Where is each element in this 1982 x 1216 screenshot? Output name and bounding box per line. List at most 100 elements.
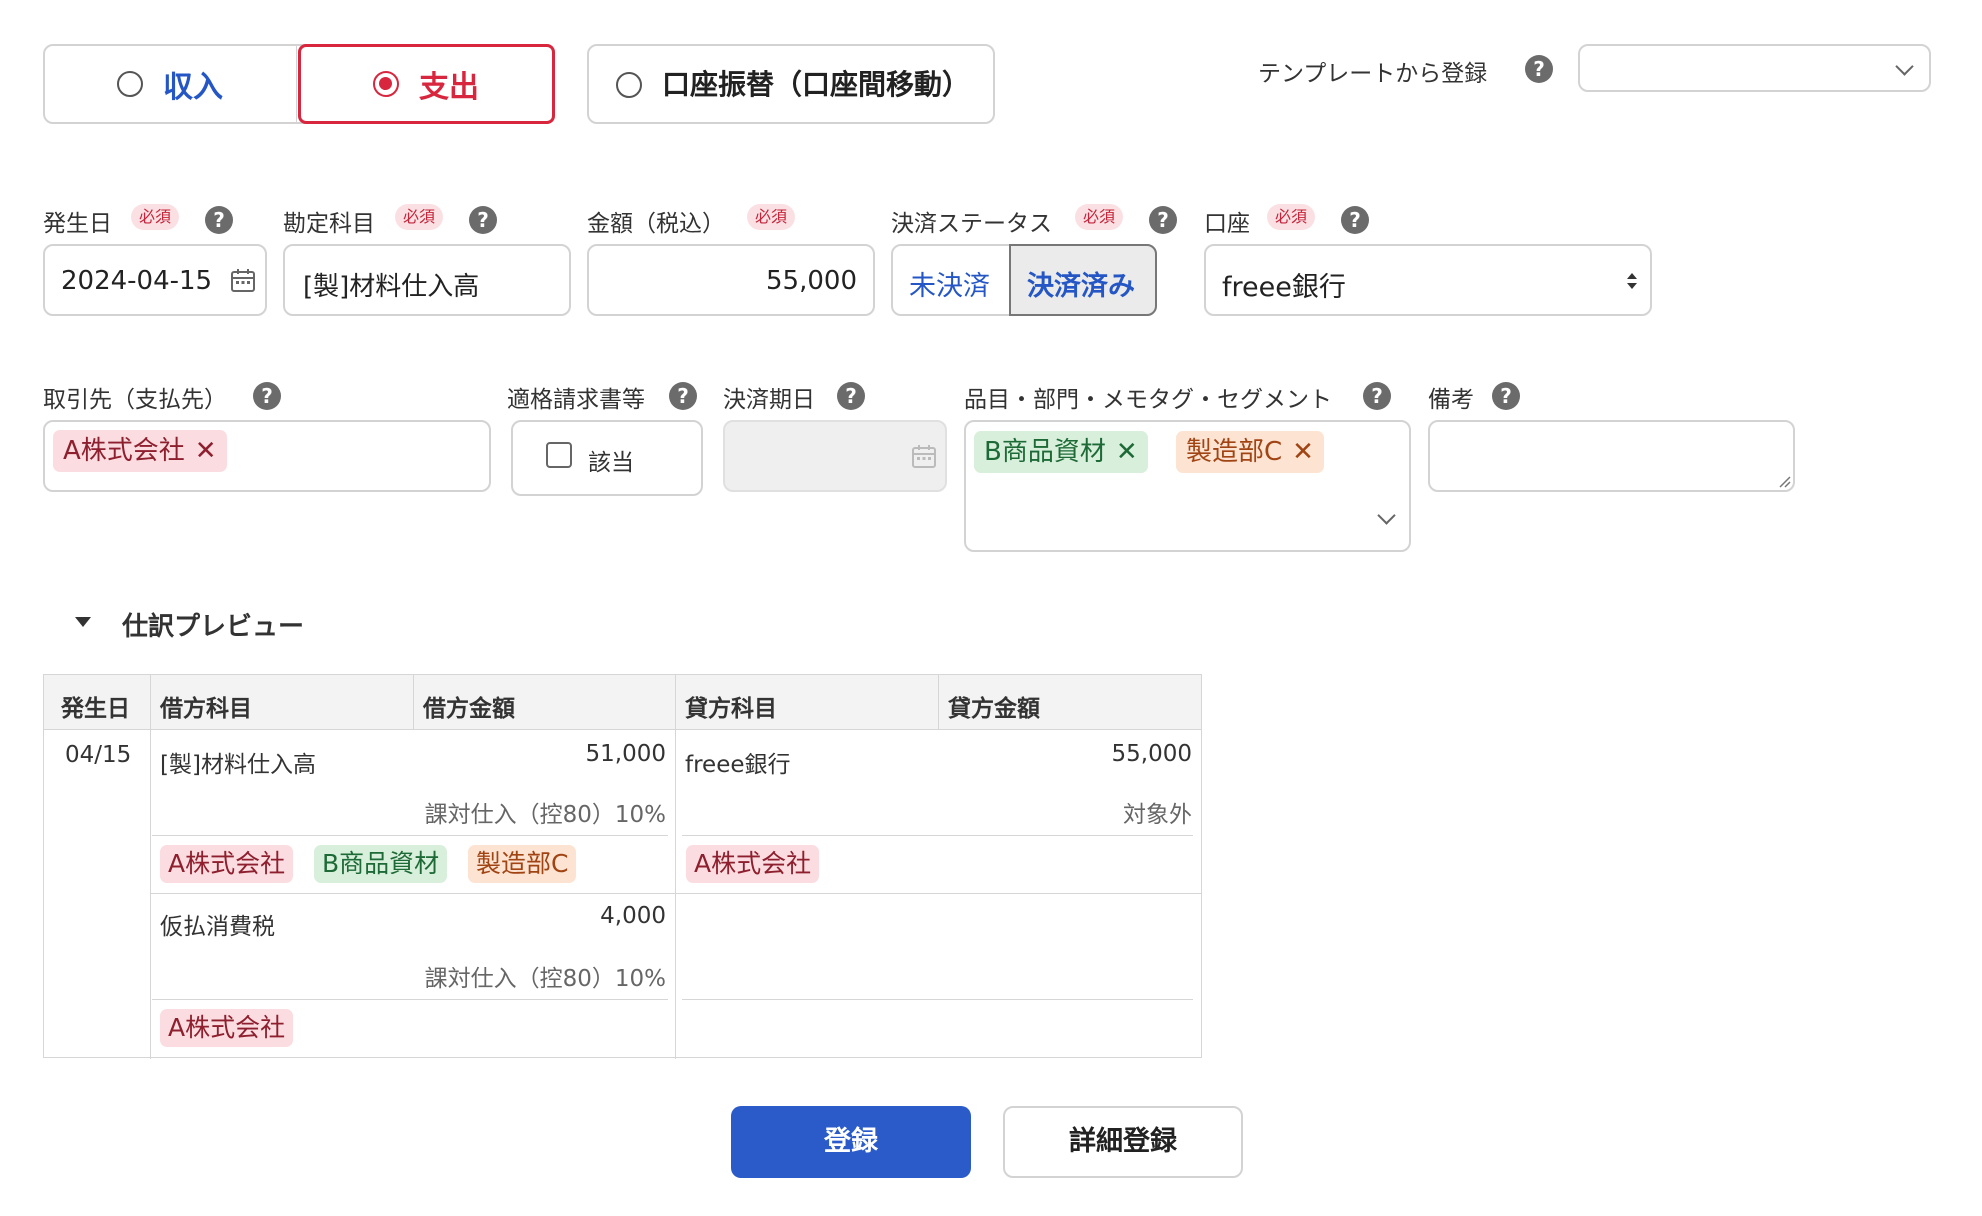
credit-tax: 対象外	[1123, 802, 1192, 828]
income-option[interactable]: 収入	[45, 46, 297, 122]
invoice-field: 該当	[511, 420, 703, 496]
date-label: 発生日	[43, 211, 112, 237]
account-item-value: [製]材料仕入高	[303, 272, 480, 302]
required-badge: 必須	[395, 204, 444, 230]
account-item-field[interactable]: [製]材料仕入高	[283, 244, 571, 316]
detail-register-label: 詳細登録	[1069, 1126, 1177, 1157]
column-divider	[150, 675, 151, 1059]
register-label: 登録	[824, 1126, 878, 1157]
credit-tag: A株式会社	[686, 845, 820, 883]
preview-toggle[interactable]: 仕訳プレビュー	[72, 606, 332, 642]
close-icon[interactable]: ✕	[195, 436, 217, 466]
partner-tag-label: A株式会社	[63, 436, 185, 466]
wallet-select[interactable]: freee銀行	[1204, 244, 1652, 316]
header-credit-account: 貸方科目	[685, 696, 777, 722]
row-divider	[682, 999, 1193, 1000]
help-icon[interactable]: ?	[469, 206, 497, 234]
template-select[interactable]	[1578, 44, 1931, 92]
expense-radio[interactable]	[373, 71, 399, 97]
transfer-radio[interactable]	[616, 72, 642, 98]
credit-amount: 55,000	[1111, 741, 1192, 767]
amount-value: 55,000	[766, 266, 857, 296]
select-arrows-icon	[1627, 273, 1637, 289]
tag-chip: 製造部C ✕	[1176, 431, 1324, 473]
debit-tag: A株式会社	[160, 845, 294, 883]
date-field[interactable]: 2024-04-15	[43, 244, 267, 316]
help-icon[interactable]: ?	[1525, 55, 1553, 83]
preview-title: 仕訳プレビュー	[122, 612, 305, 642]
row-divider	[152, 835, 668, 836]
caret-down-icon	[75, 617, 91, 627]
column-divider	[938, 675, 939, 730]
chevron-down-icon	[1895, 57, 1914, 76]
required-badge: 必須	[131, 204, 180, 230]
journal-table: 発生日 借方科目 借方金額 貸方科目 貸方金額 04/15 [製]材料仕入高 5…	[43, 674, 1202, 1059]
resize-handle-icon[interactable]	[1777, 474, 1791, 488]
column-divider	[413, 675, 414, 730]
help-icon[interactable]: ?	[1149, 206, 1177, 234]
income-radio[interactable]	[117, 71, 143, 97]
income-label: 収入	[163, 70, 223, 105]
detail-register-button[interactable]: 詳細登録	[1003, 1106, 1243, 1178]
help-icon[interactable]: ?	[1363, 382, 1391, 410]
row-date: 04/15	[65, 742, 132, 768]
header-debit-amount: 借方金額	[423, 696, 515, 722]
tags-field[interactable]: B商品資材 ✕ 製造部C ✕	[964, 420, 1411, 552]
debit-account: [製]材料仕入高	[160, 752, 316, 778]
help-icon[interactable]: ?	[669, 382, 697, 410]
tag-chip-label: B商品資材	[984, 437, 1106, 467]
partner-tag: A株式会社 ✕	[53, 430, 227, 472]
required-badge: 必須	[747, 204, 796, 230]
header-credit-amount: 貸方金額	[948, 696, 1040, 722]
wallet-label: 口座	[1204, 211, 1250, 237]
help-icon[interactable]: ?	[253, 382, 281, 410]
debit-amount: 51,000	[585, 741, 666, 767]
invoice-label: 適格請求書等	[507, 387, 645, 413]
table-header: 発生日 借方科目 借方金額 貸方科目 貸方金額	[44, 675, 1201, 730]
partner-field[interactable]: A株式会社 ✕	[43, 420, 491, 492]
invoice-checkbox-label: 該当	[588, 450, 634, 476]
debit-amount: 4,000	[600, 903, 666, 929]
tag-chip: B商品資材 ✕	[974, 431, 1148, 473]
help-icon[interactable]: ?	[1492, 382, 1520, 410]
status-settled-label: 決済済み	[1027, 271, 1135, 302]
debit-tax: 課対仕入（控80）10%	[424, 802, 666, 828]
status-unsettled-label: 未決済	[909, 271, 990, 302]
calendar-icon[interactable]	[230, 268, 256, 294]
column-divider	[675, 675, 676, 1059]
close-icon[interactable]: ✕	[1292, 437, 1314, 467]
row-divider	[152, 999, 668, 1000]
debit-tag: A株式会社	[160, 1009, 294, 1047]
help-icon[interactable]: ?	[1341, 206, 1369, 234]
due-date-label: 決済期日	[723, 387, 815, 413]
help-icon[interactable]: ?	[837, 382, 865, 410]
account-item-label: 勘定科目	[283, 211, 375, 237]
row-divider	[682, 835, 1193, 836]
entry-divider	[150, 893, 1201, 894]
transfer-option[interactable]: 口座振替（口座間移動）	[587, 44, 995, 124]
debit-tag: 製造部C	[468, 845, 577, 883]
status-settled-button[interactable]: 決済済み	[1009, 244, 1157, 316]
debit-tax: 課対仕入（控80）10%	[424, 966, 666, 992]
amount-label: 金額（税込）	[587, 211, 725, 237]
chevron-down-icon[interactable]	[1377, 506, 1396, 525]
expense-label: 支出	[419, 70, 479, 105]
required-badge: 必須	[1075, 204, 1124, 230]
invoice-checkbox[interactable]	[546, 442, 572, 468]
close-icon[interactable]: ✕	[1116, 437, 1138, 467]
partner-label: 取引先（支払先）	[43, 387, 227, 413]
debit-account: 仮払消費税	[160, 914, 275, 940]
wallet-value: freee銀行	[1222, 272, 1346, 303]
amount-field[interactable]: 55,000	[587, 244, 875, 316]
status-unsettled-button[interactable]: 未決済	[893, 246, 1009, 314]
status-label: 決済ステータス	[891, 211, 1052, 237]
header-date: 発生日	[61, 696, 130, 722]
due-date-field[interactable]	[723, 420, 947, 492]
header-debit-account: 借方科目	[160, 696, 252, 722]
tag-chip-label: 製造部C	[1186, 437, 1283, 467]
expense-option[interactable]: 支出	[298, 44, 555, 124]
register-button[interactable]: 登録	[731, 1106, 971, 1178]
help-icon[interactable]: ?	[205, 206, 233, 234]
memo-field[interactable]	[1428, 420, 1795, 492]
transfer-label: 口座振替（口座間移動）	[662, 68, 971, 101]
